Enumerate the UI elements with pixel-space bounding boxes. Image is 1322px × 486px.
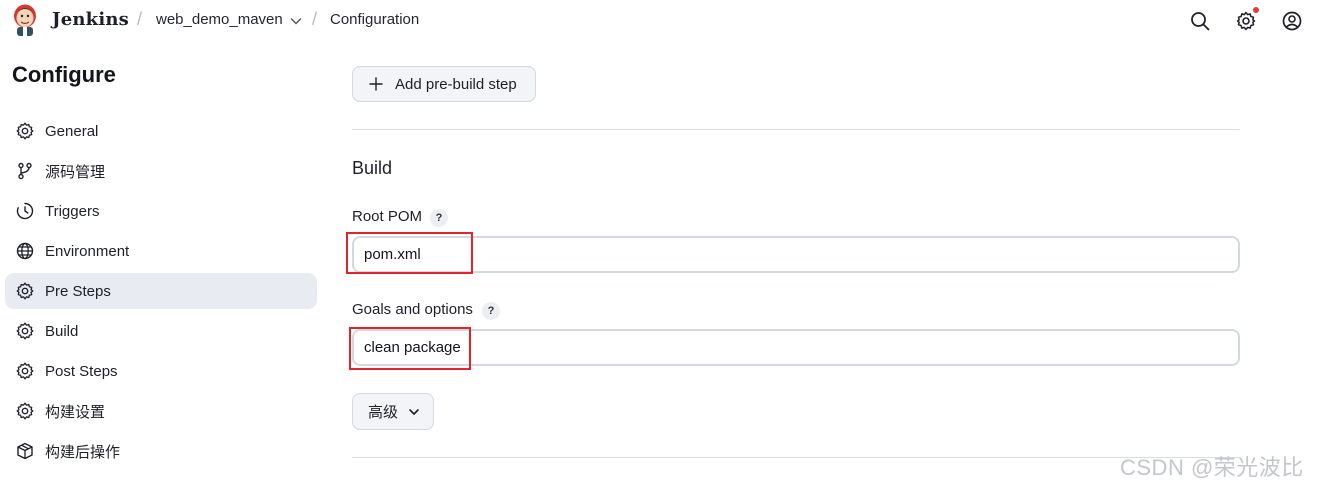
breadcrumb-separator: / [137, 9, 143, 29]
chevron-down-icon [409, 408, 419, 415]
clock-icon [16, 202, 34, 220]
sidebar-item-label: Post Steps [45, 362, 118, 380]
sidebar-item-environment[interactable]: Environment [5, 233, 317, 269]
sidebar-item-triggers[interactable]: Triggers [5, 193, 317, 229]
branch-icon [18, 162, 32, 180]
sidebar-item-source-code[interactable]: 源码管理 [5, 153, 317, 189]
sidebar-item-label: 源码管理 [45, 163, 106, 181]
sidebar-item-general[interactable]: General [5, 113, 317, 149]
goals-options-label: Goals and options [352, 301, 473, 318]
sidebar-item-post-steps[interactable]: Post Steps [5, 353, 317, 389]
sidebar-title: Configure [12, 62, 116, 87]
notification-dot [1253, 7, 1259, 13]
advanced-label: 高级 [368, 404, 399, 421]
gear-icon[interactable] [1235, 10, 1257, 32]
cube-icon [17, 442, 33, 460]
root-pom-help-icon[interactable]: ? [430, 209, 448, 227]
root-pom-input[interactable] [352, 236, 1240, 273]
gear-icon [16, 322, 34, 340]
sidebar-item-label: Environment [45, 242, 130, 260]
sidebar-item-label: 构建后操作 [45, 443, 121, 461]
gear-icon [16, 402, 34, 420]
sidebar-item-label: General [45, 122, 99, 140]
breadcrumb-separator: / [312, 9, 318, 29]
search-icon[interactable] [1189, 10, 1211, 32]
goals-options-help-icon[interactable]: ? [482, 302, 500, 320]
sidebar-item-post-build-actions[interactable]: 构建后操作 [5, 433, 317, 469]
gear-icon [16, 362, 34, 380]
sidebar-item-build[interactable]: Build [5, 313, 317, 349]
advanced-button[interactable]: 高级 [352, 393, 434, 430]
section-divider [352, 129, 1240, 130]
build-section-title: Build [352, 158, 393, 178]
brand-name[interactable]: Jenkins [52, 9, 129, 30]
chevron-down-icon[interactable] [289, 14, 303, 28]
jenkins-logo-icon[interactable] [10, 3, 40, 37]
sidebar-item-label: 构建设置 [45, 403, 106, 421]
add-pre-build-step-label: Add pre-build step [395, 75, 517, 93]
root-pom-label: Root POM [352, 208, 423, 225]
watermark: CSDN @荣光波比 [1120, 455, 1304, 480]
top-header: Jenkins / web_demo_maven / Configuration [0, 0, 1322, 42]
sidebar-item-label: Triggers [45, 202, 100, 220]
goals-options-input[interactable] [352, 329, 1240, 366]
user-avatar-icon[interactable] [1281, 10, 1303, 32]
gear-icon [16, 122, 34, 140]
gear-icon [16, 282, 34, 300]
sidebar-item-label: Pre Steps [45, 282, 111, 300]
section-divider [352, 457, 1240, 458]
jenkins-configure-page: Jenkins / web_demo_maven / Configuration… [0, 0, 1322, 486]
globe-icon [16, 242, 34, 260]
breadcrumb-configuration[interactable]: Configuration [330, 11, 419, 28]
sidebar-item-label: Build [45, 322, 79, 340]
breadcrumb-project[interactable]: web_demo_maven [156, 11, 283, 28]
add-pre-build-step-button[interactable]: Add pre-build step [352, 66, 536, 102]
sidebar-item-build-settings[interactable]: 构建设置 [5, 393, 317, 429]
sidebar-item-pre-steps[interactable]: Pre Steps [5, 273, 317, 309]
plus-icon [369, 77, 383, 91]
